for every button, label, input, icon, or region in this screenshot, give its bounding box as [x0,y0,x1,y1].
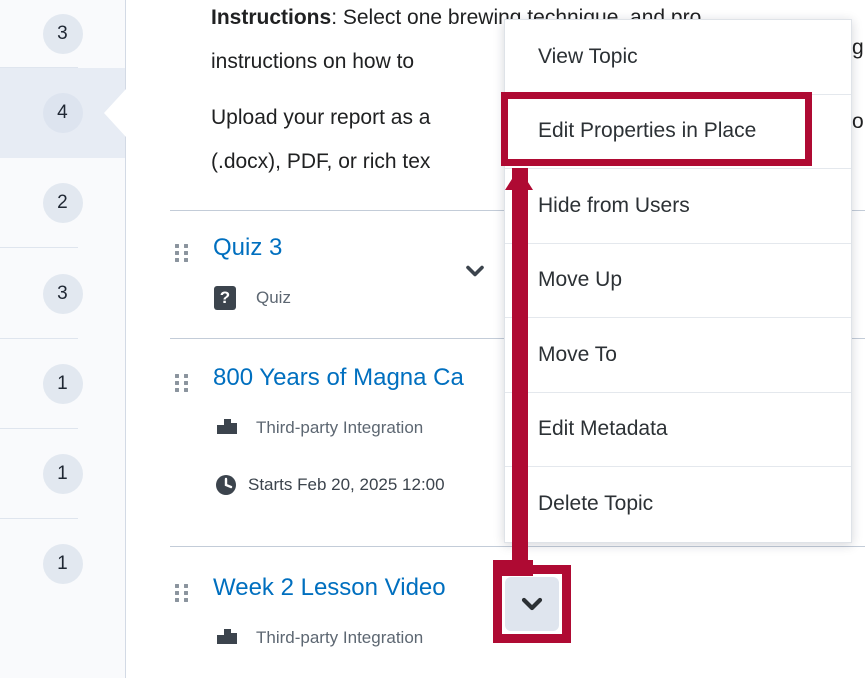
sidebar-item-5[interactable]: 1 [0,429,125,519]
upload-line-2: (.docx), PDF, or rich tex [211,150,431,173]
sidebar-badge-count: 3 [42,273,83,314]
menu-item-move-to[interactable]: Move To [505,318,851,393]
sidebar-item-6[interactable]: 1 [0,519,125,609]
sidebar-selected-notch [104,89,126,137]
instructions-line-2: instructions on how to [211,50,415,73]
sidebar-item-1-selected[interactable]: 4 [0,68,126,158]
topic-context-menu: View Topic Edit Properties in Place Hide… [504,19,852,543]
clipped-text-fragment-1: g [852,36,864,59]
instructions-bold-label: Instructions [211,6,332,29]
puzzle-icon [214,416,240,438]
clipped-text-fragment-2: o [852,110,864,133]
list-item-start-date: Starts Feb 20, 2025 12:00 [248,475,445,494]
sidebar-badge-count: 1 [42,544,83,584]
sidebar-item-3[interactable]: 3 [0,248,125,339]
sidebar-item-0[interactable]: 3 [0,0,125,68]
chevron-down-icon [521,597,543,611]
menu-item-move-up[interactable]: Move Up [505,243,851,318]
list-item-type-label: Third-party Integration [256,628,424,647]
menu-item-edit-metadata[interactable]: Edit Metadata [505,392,851,467]
list-item-title-link[interactable]: Week 2 Lesson Video [213,574,446,602]
sidebar-badge-count: 2 [42,183,83,223]
drag-handle-icon[interactable] [175,584,189,604]
quiz-icon: ? [214,286,236,310]
list-item-title-link[interactable]: 800 Years of Magna Ca [213,364,464,392]
menu-item-view-topic[interactable]: View Topic [505,20,851,95]
upload-line-1: Upload your report as a [211,106,431,129]
sidebar-item-4[interactable]: 1 [0,339,125,429]
module-sidebar: 3 4 2 3 1 1 1 [0,0,126,678]
list-item-type-label: Quiz [256,288,291,307]
clock-icon [214,473,238,497]
list-item-title-link[interactable]: Quiz 3 [213,234,282,262]
sidebar-item-2[interactable]: 2 [0,158,125,248]
chevron-down-icon[interactable] [460,256,490,286]
menu-item-edit-properties-in-place[interactable]: Edit Properties in Place [505,94,851,169]
sidebar-badge-count: 3 [42,14,83,54]
drag-handle-icon[interactable] [175,374,189,394]
annotation-arrow-shaft [512,168,528,575]
sidebar-badge-count: 4 [42,93,83,133]
annotation-arrow-head [505,168,533,190]
drag-handle-icon[interactable] [175,244,189,264]
sidebar-badge-count: 1 [42,454,83,494]
context-menu-chevron-button[interactable] [505,577,559,631]
instructions-paragraph-2: Upload your report as a (.docx), PDF, or… [211,96,430,184]
menu-item-hide-from-users[interactable]: Hide from Users [505,169,851,244]
puzzle-icon [214,626,240,648]
menu-item-delete-topic[interactable]: Delete Topic [505,467,851,542]
list-item-type-label: Third-party Integration [256,418,424,437]
sidebar-badge-count: 1 [42,364,83,404]
screen-root: 3 4 2 3 1 1 1 Instructions: Select one b… [0,0,865,678]
